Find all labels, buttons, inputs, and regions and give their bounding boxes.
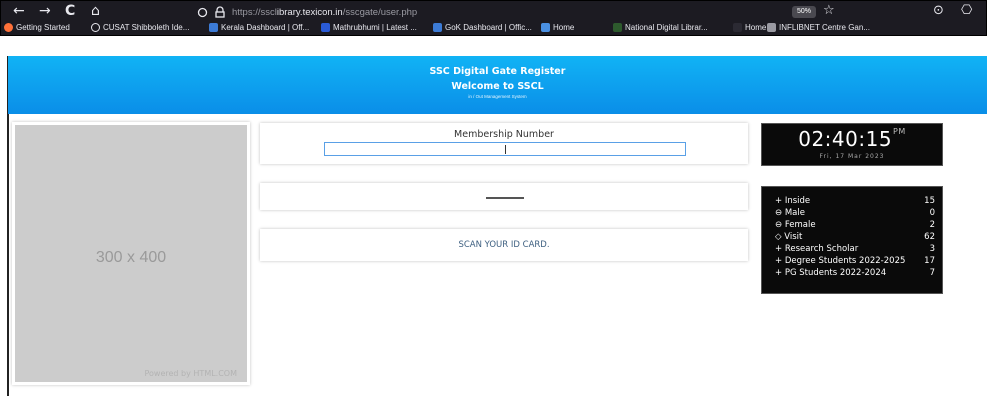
- clock-time-value: 02:40:15: [798, 127, 893, 151]
- stat-label: ◇ Visit: [775, 232, 803, 242]
- bookmark-item[interactable]: Home: [733, 23, 766, 32]
- library-icon: [613, 23, 622, 32]
- bookmark-item[interactable]: INFLIBNET Centre Gan...: [767, 23, 870, 32]
- shield-icon[interactable]: [197, 7, 208, 18]
- page-title: SSC Digital Gate Register: [429, 66, 566, 77]
- pocket-icon[interactable]: ⊙: [933, 3, 944, 19]
- inflibnet-icon: [767, 23, 776, 32]
- bookmark-item[interactable]: GoK Dashboard | Offic...: [433, 23, 532, 32]
- stat-label: + PG Students 2022-2024: [775, 268, 887, 278]
- stat-value: 7: [929, 268, 935, 278]
- status-placeholder-line: [486, 197, 524, 199]
- clock-widget: 02:40:15PM Fri, 17 Mar 2023: [761, 123, 943, 166]
- membership-card: Membership Number: [260, 123, 748, 164]
- stat-row: ⊖ Female 2: [775, 220, 935, 231]
- bookmark-item[interactable]: Home: [541, 23, 574, 32]
- bookmark-item[interactable]: Kerala Dashboard | Off...: [209, 23, 309, 32]
- bookmark-label: CUSAT Shibboleth Ide...: [103, 23, 190, 32]
- stat-row: ◇ Visit 62: [775, 232, 935, 243]
- welcome-text: Welcome to SSCL: [451, 81, 544, 92]
- firefox-icon: [4, 23, 13, 32]
- url-text[interactable]: https://ssclibrary.texicon.in/sscgate/us…: [232, 7, 417, 18]
- bookmark-item[interactable]: National Digital Librar...: [613, 23, 708, 32]
- home-page-icon: [541, 23, 550, 32]
- lock-icon[interactable]: [214, 6, 226, 18]
- membership-number-input[interactable]: [324, 142, 686, 156]
- clock-ampm: PM: [893, 127, 906, 136]
- stat-label: + Research Scholar: [775, 244, 859, 254]
- extensions-icon[interactable]: ⎔: [961, 3, 972, 19]
- bookmark-label: GoK Dashboard | Offic...: [445, 23, 532, 32]
- bookmark-label: National Digital Librar...: [625, 23, 708, 32]
- page-left-border: [7, 114, 9, 396]
- browser-toolbar: ← → C ⌂ https://ssclibrary.texicon.in/ss…: [0, 0, 987, 36]
- reload-button[interactable]: C: [65, 3, 75, 19]
- bookmark-label: Mathrubhumi | Latest ...: [333, 23, 417, 32]
- mathrubhumi-icon: [321, 23, 330, 32]
- stat-row: + Research Scholar 3: [775, 244, 935, 255]
- clock-time: 02:40:15PM: [762, 127, 942, 151]
- bookmark-item[interactable]: Getting Started: [4, 23, 70, 32]
- bookmark-label: Home: [553, 23, 575, 32]
- scan-instruction: SCAN YOUR ID CARD.: [458, 240, 550, 250]
- stat-value: 17: [924, 256, 935, 266]
- stat-value: 15: [924, 196, 935, 206]
- address-bar[interactable]: https://ssclibrary.texicon.in/sscgate/us…: [197, 4, 417, 20]
- stat-label: ⊖ Male: [775, 208, 805, 218]
- stat-label: + Inside: [775, 196, 811, 206]
- page-header: SSC Digital Gate Register Welcome to SSC…: [7, 56, 987, 114]
- stat-label: + Degree Students 2022-2025: [775, 256, 906, 266]
- stat-label: ⊖ Female: [775, 220, 816, 230]
- membership-label: Membership Number: [454, 129, 554, 140]
- stat-row: + PG Students 2022-2024 7: [775, 268, 935, 279]
- stat-row: + Degree Students 2022-2025 17: [775, 256, 935, 267]
- navigation-row: ← → C ⌂ https://ssclibrary.texicon.in/ss…: [1, 1, 987, 22]
- zoom-level-badge[interactable]: 50%: [792, 6, 816, 18]
- bookmark-label: Kerala Dashboard | Off...: [221, 23, 310, 32]
- bookmarks-bar: Getting Started CUSAT Shibboleth Ide... …: [1, 22, 987, 37]
- photo-card: 300 x 400 Powered by HTML.COM: [12, 122, 250, 385]
- stat-value: 3: [929, 244, 935, 254]
- stat-row: + Inside 15: [775, 196, 935, 207]
- placeholder-size-text: 300 x 400: [95, 249, 167, 266]
- forward-button[interactable]: →: [39, 3, 51, 19]
- dashboard-icon: [209, 23, 218, 32]
- home-button[interactable]: ⌂: [91, 3, 100, 19]
- stat-value: 62: [924, 232, 935, 242]
- globe-icon: [91, 23, 100, 32]
- stat-value: 0: [929, 208, 935, 218]
- powered-by-text: Powered by HTML.COM: [144, 369, 238, 378]
- bookmark-label: INFLIBNET Centre Gan...: [779, 23, 870, 32]
- home-page-icon: [733, 23, 742, 32]
- back-button[interactable]: ←: [13, 3, 25, 19]
- url-prefix: https://sscl: [232, 6, 277, 18]
- dashboard-icon: [433, 23, 442, 32]
- bookmark-item[interactable]: Mathrubhumi | Latest ...: [321, 23, 417, 32]
- stat-row: ⊖ Male 0: [775, 208, 935, 219]
- url-path: /sscgate/user.php: [342, 6, 418, 18]
- url-domain: ibrary.texicon.in: [276, 6, 343, 18]
- text-cursor: [505, 145, 506, 154]
- page-subtitle: in / Out Management System: [468, 94, 527, 99]
- bookmark-item[interactable]: CUSAT Shibboleth Ide...: [91, 23, 189, 32]
- star-bookmark-icon[interactable]: ☆: [823, 3, 835, 19]
- stats-panel: + Inside 15 ⊖ Male 0 ⊖ Female 2 ◇ Visit 62 +…: [761, 186, 943, 294]
- photo-placeholder: 300 x 400 Powered by HTML.COM: [15, 125, 247, 382]
- scan-card: SCAN YOUR ID CARD.: [260, 229, 748, 261]
- status-card: [260, 183, 748, 210]
- bookmark-label: Home: [745, 23, 767, 32]
- bookmark-label: Getting Started: [16, 23, 70, 32]
- clock-date: Fri, 17 Mar 2023: [819, 153, 885, 160]
- stat-value: 2: [929, 220, 935, 230]
